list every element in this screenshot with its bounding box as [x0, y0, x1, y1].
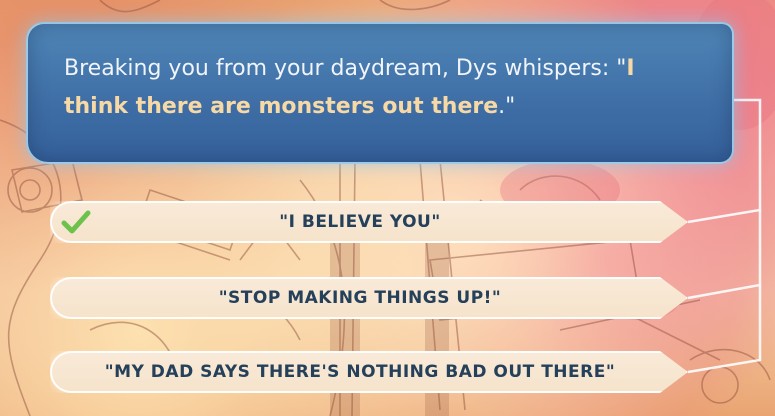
- choice-button-dad-says[interactable]: "MY DAD SAYS THERE'S NOTHING BAD OUT THE…: [50, 351, 688, 393]
- choice-button-believe[interactable]: "I BELIEVE YOU": [50, 201, 688, 243]
- choice-label: "MY DAD SAYS THERE'S NOTHING BAD OUT THE…: [104, 362, 616, 382]
- dialogue-text-end: .": [498, 94, 516, 119]
- dialogue-box: Breaking you from your daydream, Dys whi…: [26, 22, 734, 164]
- choice-label: "STOP MAKING THINGS UP!": [218, 288, 502, 308]
- choice-label: "I BELIEVE YOU": [279, 212, 441, 232]
- checkmark-icon: [61, 210, 91, 234]
- choice-button-stop[interactable]: "STOP MAKING THINGS UP!": [50, 277, 688, 319]
- dialogue-text: Breaking you from your daydream, Dys whi…: [64, 50, 696, 126]
- dialogue-text-plain: Breaking you from your daydream, Dys whi…: [64, 56, 627, 81]
